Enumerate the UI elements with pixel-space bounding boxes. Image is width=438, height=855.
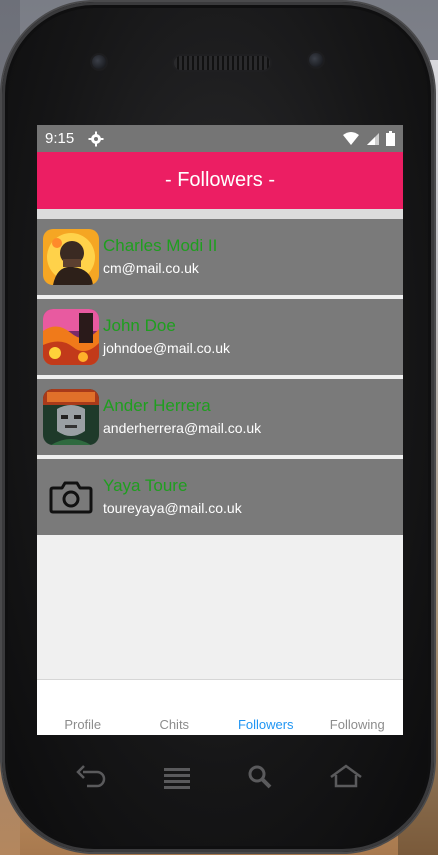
follower-name: Charles Modi II: [103, 236, 218, 255]
status-time: 9:15: [45, 130, 75, 147]
bottom-tab-bar: Profile Chits Followers Following: [37, 679, 403, 735]
header-divider: [37, 209, 403, 219]
fire-landscape-avatar: [43, 309, 99, 365]
camera-icon: [43, 469, 99, 525]
doom-mask-avatar: [43, 389, 99, 445]
settings-gear-icon: [88, 131, 104, 146]
tab-followers[interactable]: Followers: [220, 680, 312, 735]
tab-profile[interactable]: Profile: [37, 680, 129, 735]
follower-email: toureyaya@mail.co.uk: [103, 500, 242, 516]
follower-row[interactable]: Charles Modi II cm@mail.co.uk: [37, 219, 403, 295]
cell-signal-icon: [367, 132, 379, 145]
follower-name: Ander Herrera: [103, 396, 211, 415]
follower-email: johndoe@mail.co.uk: [103, 340, 231, 356]
status-bar: 9:15: [37, 125, 403, 152]
home-icon[interactable]: [328, 762, 364, 792]
followers-list: Charles Modi II cm@mail.co.uk John Doe j…: [37, 219, 403, 535]
follower-row[interactable]: Ander Herrera anderherrera@mail.co.uk: [37, 379, 403, 455]
app-screen: 9:15 - Followers - Charles Modi II cm@ma…: [37, 125, 403, 735]
follower-row[interactable]: John Doe johndoe@mail.co.uk: [37, 299, 403, 375]
back-icon[interactable]: [75, 762, 109, 792]
page-header: - Followers -: [37, 152, 403, 209]
battery-icon: [386, 131, 395, 146]
follower-email: anderherrera@mail.co.uk: [103, 420, 262, 436]
portrait-avatar-orange: [43, 229, 99, 285]
follower-row[interactable]: Yaya Toure toureyaya@mail.co.uk: [37, 459, 403, 535]
follower-email: cm@mail.co.uk: [103, 260, 199, 276]
front-sensor: [92, 55, 106, 69]
menu-icon[interactable]: [160, 762, 194, 792]
page-title: - Followers -: [164, 169, 275, 191]
wifi-icon: [343, 131, 359, 145]
front-camera: [309, 53, 323, 67]
follower-name: Yaya Toure: [103, 476, 188, 495]
phone-frame: 9:15 - Followers - Charles Modi II cm@ma…: [2, 2, 434, 852]
tab-following[interactable]: Following: [312, 680, 404, 735]
earpiece-speaker: [174, 56, 270, 70]
search-icon[interactable]: [245, 762, 275, 792]
follower-name: John Doe: [103, 316, 176, 335]
tab-chits[interactable]: Chits: [129, 680, 221, 735]
